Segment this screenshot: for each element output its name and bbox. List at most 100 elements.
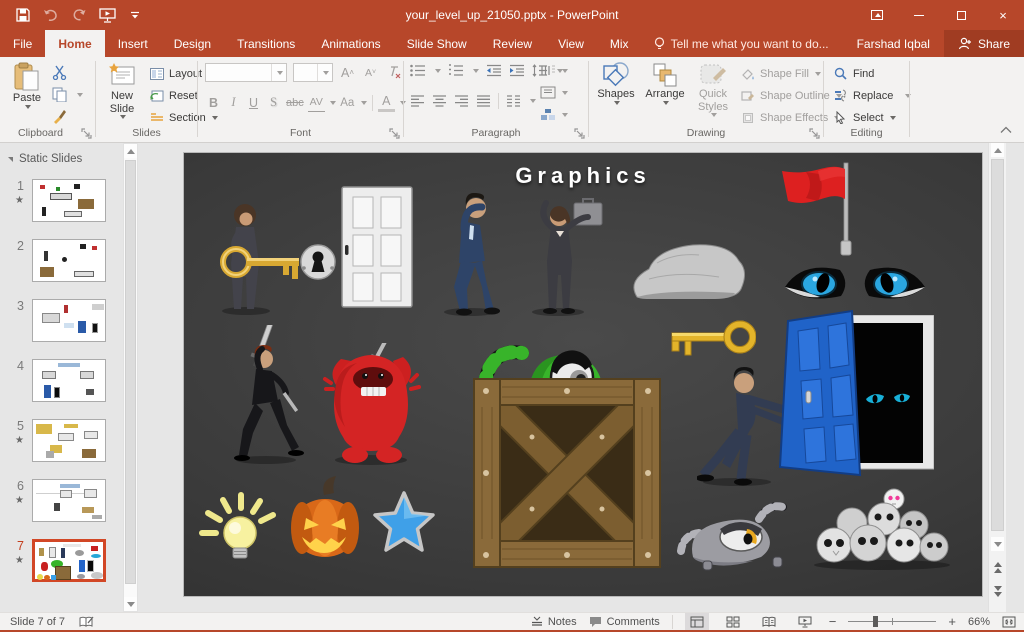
canvas-scrollbar-thumb[interactable] [991, 159, 1004, 531]
align-center-button[interactable] [432, 95, 447, 108]
justify-button[interactable] [476, 95, 491, 108]
format-painter-button[interactable] [52, 109, 67, 124]
zoom-slider-thumb[interactable] [873, 616, 878, 627]
skull-pile-graphic[interactable] [806, 481, 958, 571]
panel-scrollbar[interactable] [123, 143, 138, 612]
businesswoman-briefcase-graphic[interactable] [514, 195, 606, 317]
tab-review[interactable]: Review [480, 30, 545, 57]
slide-item-4[interactable]: 4 [0, 359, 120, 405]
align-right-button[interactable] [454, 95, 469, 108]
open-blue-door-graphic[interactable] [776, 309, 864, 483]
paste-button[interactable]: Paste [8, 62, 46, 109]
scroll-down-icon[interactable] [124, 597, 137, 611]
slide-item-3[interactable]: 3 [0, 299, 120, 345]
slide-thumbnail[interactable] [32, 479, 106, 522]
canvas-scrollbar[interactable] [988, 143, 1006, 612]
one-eyed-bug-graphic[interactable] [677, 499, 795, 571]
zoom-out-icon[interactable]: − [829, 614, 837, 629]
decrease-indent-button[interactable] [486, 64, 502, 77]
grow-font-button[interactable]: A˄ [339, 63, 356, 82]
underline-button[interactable]: U [245, 93, 262, 112]
slide-thumbnail[interactable] [32, 359, 106, 402]
woman-with-key-graphic[interactable] [214, 198, 336, 316]
save-icon[interactable] [14, 6, 32, 24]
scroll-up-icon[interactable] [124, 144, 137, 158]
drawing-dialog-launcher-icon[interactable] [809, 128, 820, 139]
tab-insert[interactable]: Insert [105, 30, 161, 57]
find-button[interactable]: Find [832, 65, 874, 82]
slide-thumbnail[interactable] [32, 419, 106, 462]
italic-button[interactable]: I [225, 93, 242, 112]
tab-home[interactable]: Home [45, 30, 104, 57]
text-direction-button[interactable] [540, 64, 568, 77]
strikethrough-button[interactable]: abc [285, 93, 305, 112]
scroll-up-icon[interactable] [991, 143, 1004, 157]
jack-o-lantern-graphic[interactable] [288, 475, 362, 561]
close-icon[interactable]: × [982, 0, 1024, 30]
scroll-down-icon[interactable] [991, 537, 1004, 551]
paragraph-dialog-launcher-icon[interactable] [574, 128, 585, 139]
shape-fill-button[interactable]: Shape Fill [739, 65, 821, 82]
proofing-icon[interactable] [79, 616, 94, 628]
slide-thumbnail[interactable] [32, 239, 106, 282]
align-text-button[interactable] [540, 86, 568, 99]
clipboard-dialog-launcher-icon[interactable] [81, 128, 92, 139]
bullets-button[interactable] [410, 64, 426, 77]
text-shadow-button[interactable]: S [265, 93, 282, 112]
font-size-combo[interactable] [293, 63, 333, 82]
tab-animations[interactable]: Animations [308, 30, 393, 57]
panel-scrollbar-thumb[interactable] [125, 160, 136, 584]
slide-thumbnail-selected[interactable] [32, 539, 106, 582]
customize-qat-icon[interactable] [126, 6, 144, 24]
reading-view-icon[interactable] [757, 613, 781, 630]
maximize-icon[interactable] [940, 0, 982, 30]
redo-icon[interactable] [70, 6, 88, 24]
start-slideshow-icon[interactable] [98, 6, 116, 24]
align-left-button[interactable] [410, 95, 425, 108]
notes-toggle[interactable]: Notes [531, 616, 577, 628]
font-color-button[interactable]: A [378, 93, 395, 112]
clear-formatting-button[interactable] [385, 63, 402, 82]
quick-styles-button[interactable]: Quick Styles [691, 62, 735, 117]
zoom-in-icon[interactable]: + [948, 614, 956, 629]
previous-slide-button[interactable] [991, 559, 1004, 575]
swordsman-graphic[interactable] [228, 325, 308, 465]
ribbon-display-options-icon[interactable] [856, 0, 898, 30]
share-button[interactable]: Share [944, 30, 1024, 57]
slideshow-view-icon[interactable] [793, 613, 817, 630]
red-flag-graphic[interactable] [778, 161, 856, 257]
convert-smartart-button[interactable] [540, 108, 568, 121]
slide-thumbnail[interactable] [32, 179, 106, 222]
select-button[interactable]: Select [832, 109, 896, 126]
copy-button[interactable] [52, 87, 83, 102]
columns-button[interactable] [506, 95, 521, 108]
tab-view[interactable]: View [545, 30, 597, 57]
slide-thumbnail[interactable] [32, 299, 106, 342]
shapes-button[interactable]: Shapes [595, 62, 637, 105]
user-name[interactable]: Farshad Iqbal [843, 37, 944, 51]
shrink-font-button[interactable]: A˅ [362, 63, 379, 82]
wooden-crate-graphic[interactable] [472, 377, 662, 569]
confused-businessman-graphic[interactable] [434, 193, 506, 317]
rock-graphic[interactable] [627, 241, 745, 305]
font-name-combo[interactable] [205, 63, 287, 82]
comments-toggle[interactable]: Comments [589, 616, 660, 628]
increase-indent-button[interactable] [509, 64, 525, 77]
slide-indicator[interactable]: Slide 7 of 7 [10, 616, 65, 628]
section-header[interactable]: Static Slides [8, 153, 82, 165]
font-dialog-launcher-icon[interactable] [389, 128, 400, 139]
change-case-button[interactable]: Aa [339, 93, 356, 112]
slide-title[interactable]: Graphics [184, 163, 982, 189]
tab-file[interactable]: File [0, 30, 45, 57]
zoom-slider[interactable] [848, 613, 936, 630]
blue-star-graphic[interactable] [372, 489, 436, 555]
zoom-level[interactable]: 66% [968, 616, 990, 628]
tab-transitions[interactable]: Transitions [224, 30, 308, 57]
reset-button[interactable]: Reset [148, 87, 198, 104]
red-monster-graphic[interactable] [317, 343, 425, 465]
normal-view-icon[interactable] [685, 613, 709, 630]
cut-button[interactable] [52, 65, 67, 80]
bold-button[interactable]: B [205, 93, 222, 112]
new-slide-button[interactable]: New Slide [100, 62, 144, 119]
tab-slideshow[interactable]: Slide Show [394, 30, 480, 57]
